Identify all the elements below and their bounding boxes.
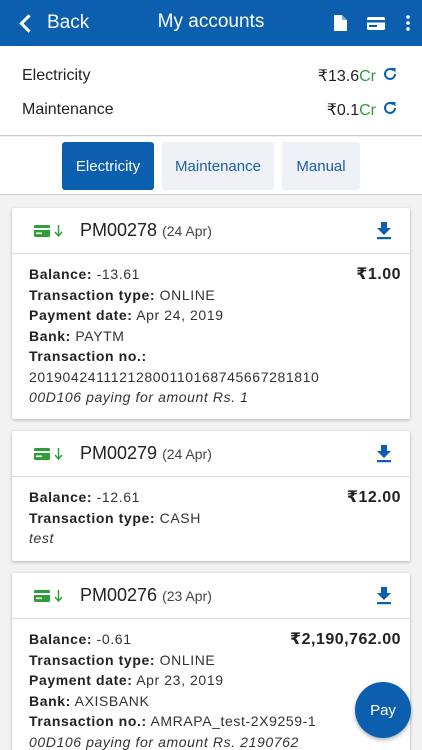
transaction-card[interactable]: PM00279 (24 Apr) ₹12.00 Balance: -12.61 …: [12, 431, 410, 561]
transaction-note: test: [29, 530, 54, 546]
balance-label: Electricity: [22, 67, 91, 84]
transaction-note: 00D106 paying for amount Rs. 1: [29, 389, 249, 405]
date-line: Payment date: Apr 23, 2019: [29, 672, 224, 688]
payment-id: PM00278 (24 Apr): [80, 220, 212, 240]
txn-label: Transaction no.:: [29, 348, 147, 364]
credit-card-icon: [34, 447, 50, 465]
arrow-down-icon: [54, 447, 63, 465]
date-line: Payment date: Apr 24, 2019: [29, 307, 224, 323]
balance-label: Maintenance: [22, 101, 114, 118]
bank-line: Bank: AXISBANK: [29, 692, 150, 709]
txn-number: 2019042411121280011016874566728181​0: [29, 368, 320, 385]
tab-bar: Electricity Maintenance Manual: [0, 137, 422, 195]
tab-manual[interactable]: Manual: [282, 142, 360, 190]
transaction-card[interactable]: PM00278 (24 Apr) ₹1.00 Balance: -13.61 T…: [12, 208, 410, 419]
credit-card-icon: [34, 589, 50, 607]
balances-panel: Electricity ₹13.6Cr Maintenance ₹0.1Cr: [0, 46, 422, 136]
type-line: Transaction type: ONLINE: [29, 651, 216, 668]
bank-line: Bank: PAYTM: [29, 327, 125, 344]
txn-line: Transaction no.: AMRAPA_test-2X9259-1: [29, 713, 317, 729]
app-bar: Back My accounts: [0, 0, 422, 46]
chevron-left-icon: [19, 13, 38, 33]
type-line: Transaction type: ONLINE: [29, 286, 216, 303]
payment-id: PM00279 (24 Apr): [80, 443, 212, 463]
transaction-amount: ₹1.00: [356, 266, 401, 283]
balance-line: Balance: -12.61: [29, 489, 140, 505]
transaction-note: 00D106 paying for amount Rs. 2190762: [29, 733, 299, 750]
balance-row-maintenance: Maintenance ₹0.1Cr: [22, 95, 398, 125]
download-icon[interactable]: [376, 222, 392, 245]
credit-card-icon[interactable]: [366, 13, 386, 33]
transaction-amount: ₹12.00: [346, 489, 401, 506]
arrow-down-icon: [54, 589, 63, 607]
download-icon[interactable]: [376, 587, 392, 610]
type-line: Transaction type: CASH: [29, 509, 201, 526]
balance-amount: ₹0.1Cr: [326, 102, 376, 119]
back-label: Back: [47, 12, 90, 33]
credit-card-icon: [34, 224, 50, 242]
refresh-icon[interactable]: [382, 66, 398, 87]
payment-id: PM00276 (23 Apr): [80, 585, 212, 605]
pay-button[interactable]: Pay: [355, 682, 411, 738]
tab-electricity[interactable]: Electricity: [62, 142, 154, 190]
document-icon[interactable]: [332, 13, 348, 33]
transaction-card[interactable]: PM00276 (23 Apr) ₹2,190,762.00 Balance: …: [12, 573, 410, 750]
more-vert-icon[interactable]: [404, 13, 412, 33]
download-icon[interactable]: [376, 445, 392, 468]
balance-row-electricity: Electricity ₹13.6Cr: [22, 61, 398, 91]
refresh-icon[interactable]: [382, 100, 398, 121]
transaction-amount: ₹2,190,762.00: [289, 631, 401, 648]
balance-amount: ₹13.6Cr: [317, 68, 376, 85]
tab-maintenance[interactable]: Maintenance: [162, 142, 274, 190]
balance-line: Balance: -13.61: [29, 266, 140, 282]
back-button[interactable]: Back: [0, 0, 140, 46]
arrow-down-icon: [54, 224, 63, 242]
